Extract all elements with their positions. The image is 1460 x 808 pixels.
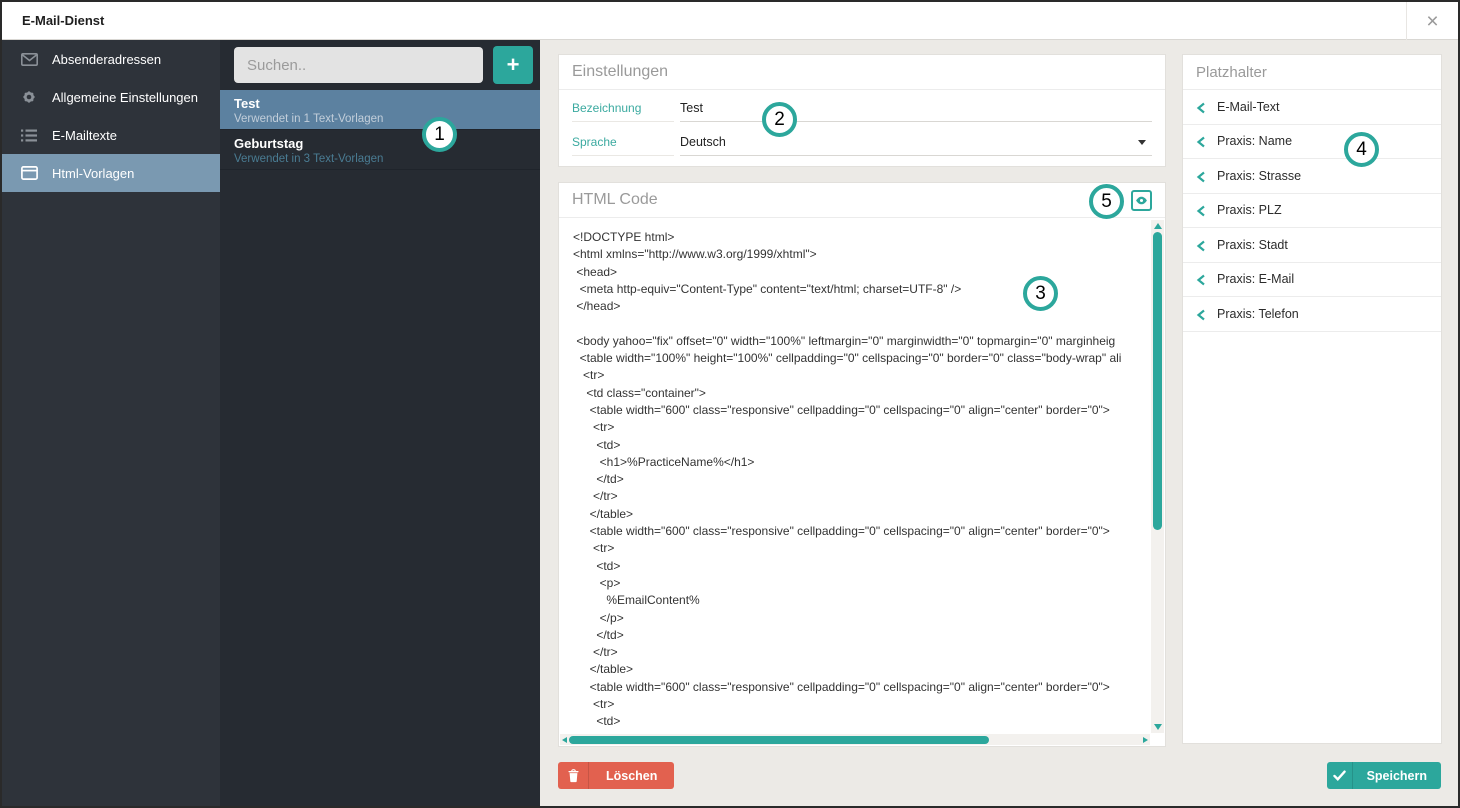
annotation-circle-1: 1 xyxy=(422,117,457,152)
annotation-circle-2: 2 xyxy=(762,102,797,137)
list-icon xyxy=(21,127,38,143)
plus-icon: + xyxy=(506,52,520,77)
sprache-dropdown[interactable]: Deutsch xyxy=(680,126,1152,156)
vertical-scroll-thumb[interactable] xyxy=(1153,232,1162,530)
sidebar-item-label: Allgemeine Einstellungen xyxy=(52,89,198,105)
code-text[interactable]: <!DOCTYPE html> <html xmlns="http://www.… xyxy=(559,218,1165,746)
window-icon xyxy=(21,165,38,181)
annotation-circle-3: 3 xyxy=(1023,276,1058,311)
vertical-scrollbar[interactable] xyxy=(1151,220,1164,733)
placeholder-item-praxis-strasse[interactable]: Praxis: Strasse xyxy=(1183,159,1441,194)
html-code-header-title: HTML Code xyxy=(572,191,658,208)
sidebar-item-label: Html-Vorlagen xyxy=(52,165,135,181)
horizontal-scroll-thumb[interactable] xyxy=(569,735,989,744)
sidebar-item-allgemeine-einstellungen[interactable]: Allgemeine Einstellungen xyxy=(2,78,220,116)
search-input[interactable] xyxy=(234,47,483,83)
annotation-circle-5: 5 xyxy=(1089,184,1124,219)
delete-button[interactable]: Löschen xyxy=(558,762,675,789)
template-title: Test xyxy=(234,96,260,111)
template-subtitle: Verwendet in 1 Text-Vorlagen xyxy=(234,113,384,125)
email-service-window: E-Mail-Dienst × Absenderadressen Allgeme… xyxy=(0,0,1460,808)
chevron-left-icon xyxy=(1196,308,1206,321)
scroll-up-arrow-icon[interactable] xyxy=(1154,223,1162,229)
delete-button-label: Löschen xyxy=(606,768,658,783)
sprache-value: Deutsch xyxy=(680,135,726,149)
placeholder-item-praxis-telefon[interactable]: Praxis: Telefon xyxy=(1183,297,1441,332)
placeholder-label: Praxis: Stadt xyxy=(1217,237,1288,252)
close-button[interactable]: × xyxy=(1406,2,1458,40)
html-code-panel: HTML Code <!DOCTYPE html> <html xmlns="h… xyxy=(558,182,1166,747)
placeholder-header-title: Platzhalter xyxy=(1196,63,1267,81)
window-title: E-Mail-Dienst xyxy=(22,13,105,28)
chevron-left-icon xyxy=(1196,273,1206,286)
sidebar-nav: Absenderadressen Allgemeine Einstellunge… xyxy=(2,40,220,806)
field-row-sprache: Sprache Deutsch xyxy=(559,124,1165,158)
add-template-button[interactable]: + xyxy=(493,46,533,84)
search-row: + xyxy=(220,40,540,90)
placeholder-label: Praxis: Name xyxy=(1217,134,1293,149)
close-icon: × xyxy=(1426,9,1439,33)
bezeichnung-field[interactable]: Test xyxy=(680,92,1152,122)
settings-header-title: Einstellungen xyxy=(572,63,669,80)
code-editor: <!DOCTYPE html> <html xmlns="http://www.… xyxy=(559,218,1165,746)
placeholder-label: Praxis: Telefon xyxy=(1217,306,1299,321)
template-title: Geburtstag xyxy=(234,136,304,151)
template-list-item-test[interactable]: Test Verwendet in 1 Text-Vorlagen xyxy=(220,90,540,130)
placeholder-label: Praxis: Strasse xyxy=(1217,168,1302,183)
scroll-left-arrow-icon[interactable] xyxy=(562,736,567,743)
scroll-right-arrow-icon[interactable] xyxy=(1143,736,1148,743)
placeholder-header: Platzhalter xyxy=(1183,55,1441,90)
settings-header: Einstellungen xyxy=(559,55,1165,90)
placeholder-label: Praxis: E-Mail xyxy=(1217,272,1295,287)
placeholder-item-praxis-plz[interactable]: Praxis: PLZ xyxy=(1183,194,1441,228)
html-code-header: HTML Code xyxy=(559,183,1165,218)
template-list-item-geburtstag[interactable]: Geburtstag Verwendet in 3 Text-Vorlagen xyxy=(220,130,540,170)
placeholder-item-praxis-name[interactable]: Praxis: Name xyxy=(1183,125,1441,159)
field-label: Bezeichnung xyxy=(572,92,674,122)
template-list-panel: + Test Verwendet in 1 Text-Vorlagen Gebu… xyxy=(220,40,540,806)
chevron-left-icon xyxy=(1196,101,1206,114)
chevron-left-icon xyxy=(1196,135,1206,148)
placeholder-item-praxis-email[interactable]: Praxis: E-Mail xyxy=(1183,263,1441,297)
sidebar-item-absenderadressen[interactable]: Absenderadressen xyxy=(2,40,220,78)
chevron-left-icon xyxy=(1196,239,1206,252)
chevron-left-icon xyxy=(1196,170,1206,183)
settings-panel: Einstellungen Bezeichnung Test Sprache D… xyxy=(558,54,1166,167)
horizontal-scrollbar[interactable] xyxy=(560,734,1150,745)
chevron-left-icon xyxy=(1196,204,1206,217)
titlebar: E-Mail-Dienst × xyxy=(2,2,1458,40)
placeholder-item-praxis-stadt[interactable]: Praxis: Stadt xyxy=(1183,228,1441,263)
template-subtitle: Verwendet in 3 Text-Vorlagen xyxy=(234,153,384,165)
scroll-down-arrow-icon[interactable] xyxy=(1154,724,1162,730)
chevron-down-icon xyxy=(1138,140,1146,145)
check-icon xyxy=(1327,762,1353,789)
sidebar-item-label: E-Mailtexte xyxy=(52,127,118,143)
placeholder-item-email-text[interactable]: E-Mail-Text xyxy=(1183,90,1441,125)
eye-icon xyxy=(1135,196,1148,205)
sidebar-item-emailtexte[interactable]: E-Mailtexte xyxy=(2,116,220,154)
gear-icon xyxy=(21,89,38,105)
field-label: Sprache xyxy=(572,126,674,156)
placeholder-label: Praxis: PLZ xyxy=(1217,203,1282,218)
placeholder-label: E-Mail-Text xyxy=(1217,99,1280,114)
field-row-bezeichnung: Bezeichnung Test xyxy=(559,90,1165,124)
save-button[interactable]: Speichern xyxy=(1327,762,1441,789)
sidebar-item-html-vorlagen[interactable]: Html-Vorlagen xyxy=(2,154,220,192)
save-button-label: Speichern xyxy=(1366,768,1427,783)
trash-icon xyxy=(558,762,589,789)
preview-button[interactable] xyxy=(1131,189,1152,211)
placeholder-panel: Platzhalter E-Mail-Text Praxis: Name Pra… xyxy=(1182,54,1442,744)
annotation-circle-4: 4 xyxy=(1344,132,1379,167)
envelope-icon xyxy=(21,51,38,67)
sidebar-item-label: Absenderadressen xyxy=(52,51,162,67)
